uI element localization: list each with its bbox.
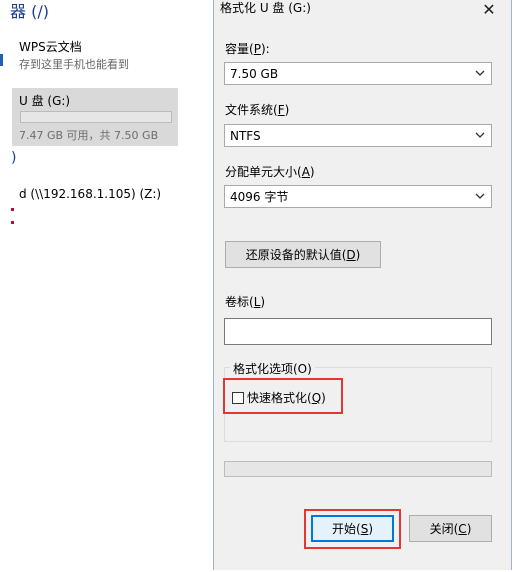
explorer-heading: 器 (/) [10,2,49,21]
volume-label-label: 卷标(L) [225,295,266,309]
dialog-title: 格式化 U 盘 (G:) [220,1,311,15]
wps-cloud-title[interactable]: WPS云文档 [19,38,82,55]
decor-mark [11,221,14,224]
capacity-select[interactable]: 7.50 GB [224,62,492,85]
usb-drive-usage-bar [20,111,172,123]
close-button[interactable]: 关闭(C) [409,515,492,542]
usb-drive-usage-text: 7.47 GB 可用，共 7.50 GB [19,129,159,142]
selection-edge-marker [0,54,3,66]
volume-label-input[interactable] [224,318,492,345]
checkbox-icon[interactable] [232,391,244,404]
quick-format-checkbox[interactable]: 快速格式化(Q) [232,389,326,406]
usb-drive-name: U 盘 (G:) [19,94,71,108]
chevron-down-icon [475,193,485,199]
restore-defaults-button[interactable]: 还原设备的默认值(D) [225,241,381,268]
capacity-value: 7.50 GB [230,66,279,81]
start-button[interactable]: 开始(S) [311,515,394,542]
chevron-down-icon [475,70,485,76]
filesystem-select[interactable]: NTFS [224,124,492,147]
network-drive-item[interactable]: d (\\192.168.1.105) (Z:) [19,187,161,201]
quick-format-label: 快速格式化(Q) [247,391,326,405]
allocation-size-select[interactable]: 4096 字节 [224,185,492,208]
decor-mark [11,208,14,211]
filesystem-label: 文件系统(F) [225,103,290,117]
format-dialog [213,0,512,570]
close-icon[interactable]: ✕ [478,0,500,20]
format-options-label: 格式化选项(O) [230,360,315,377]
section-fragment: ) [11,150,17,166]
format-progress-bar [224,461,492,477]
allocation-size-value: 4096 字节 [230,190,289,204]
chevron-down-icon [475,132,485,138]
capacity-label: 容量(P): [225,42,270,56]
allocation-size-label: 分配单元大小(A) [225,165,315,179]
filesystem-value: NTFS [230,128,261,143]
wps-cloud-subtitle: 存到这里手机也能看到 [19,58,129,71]
